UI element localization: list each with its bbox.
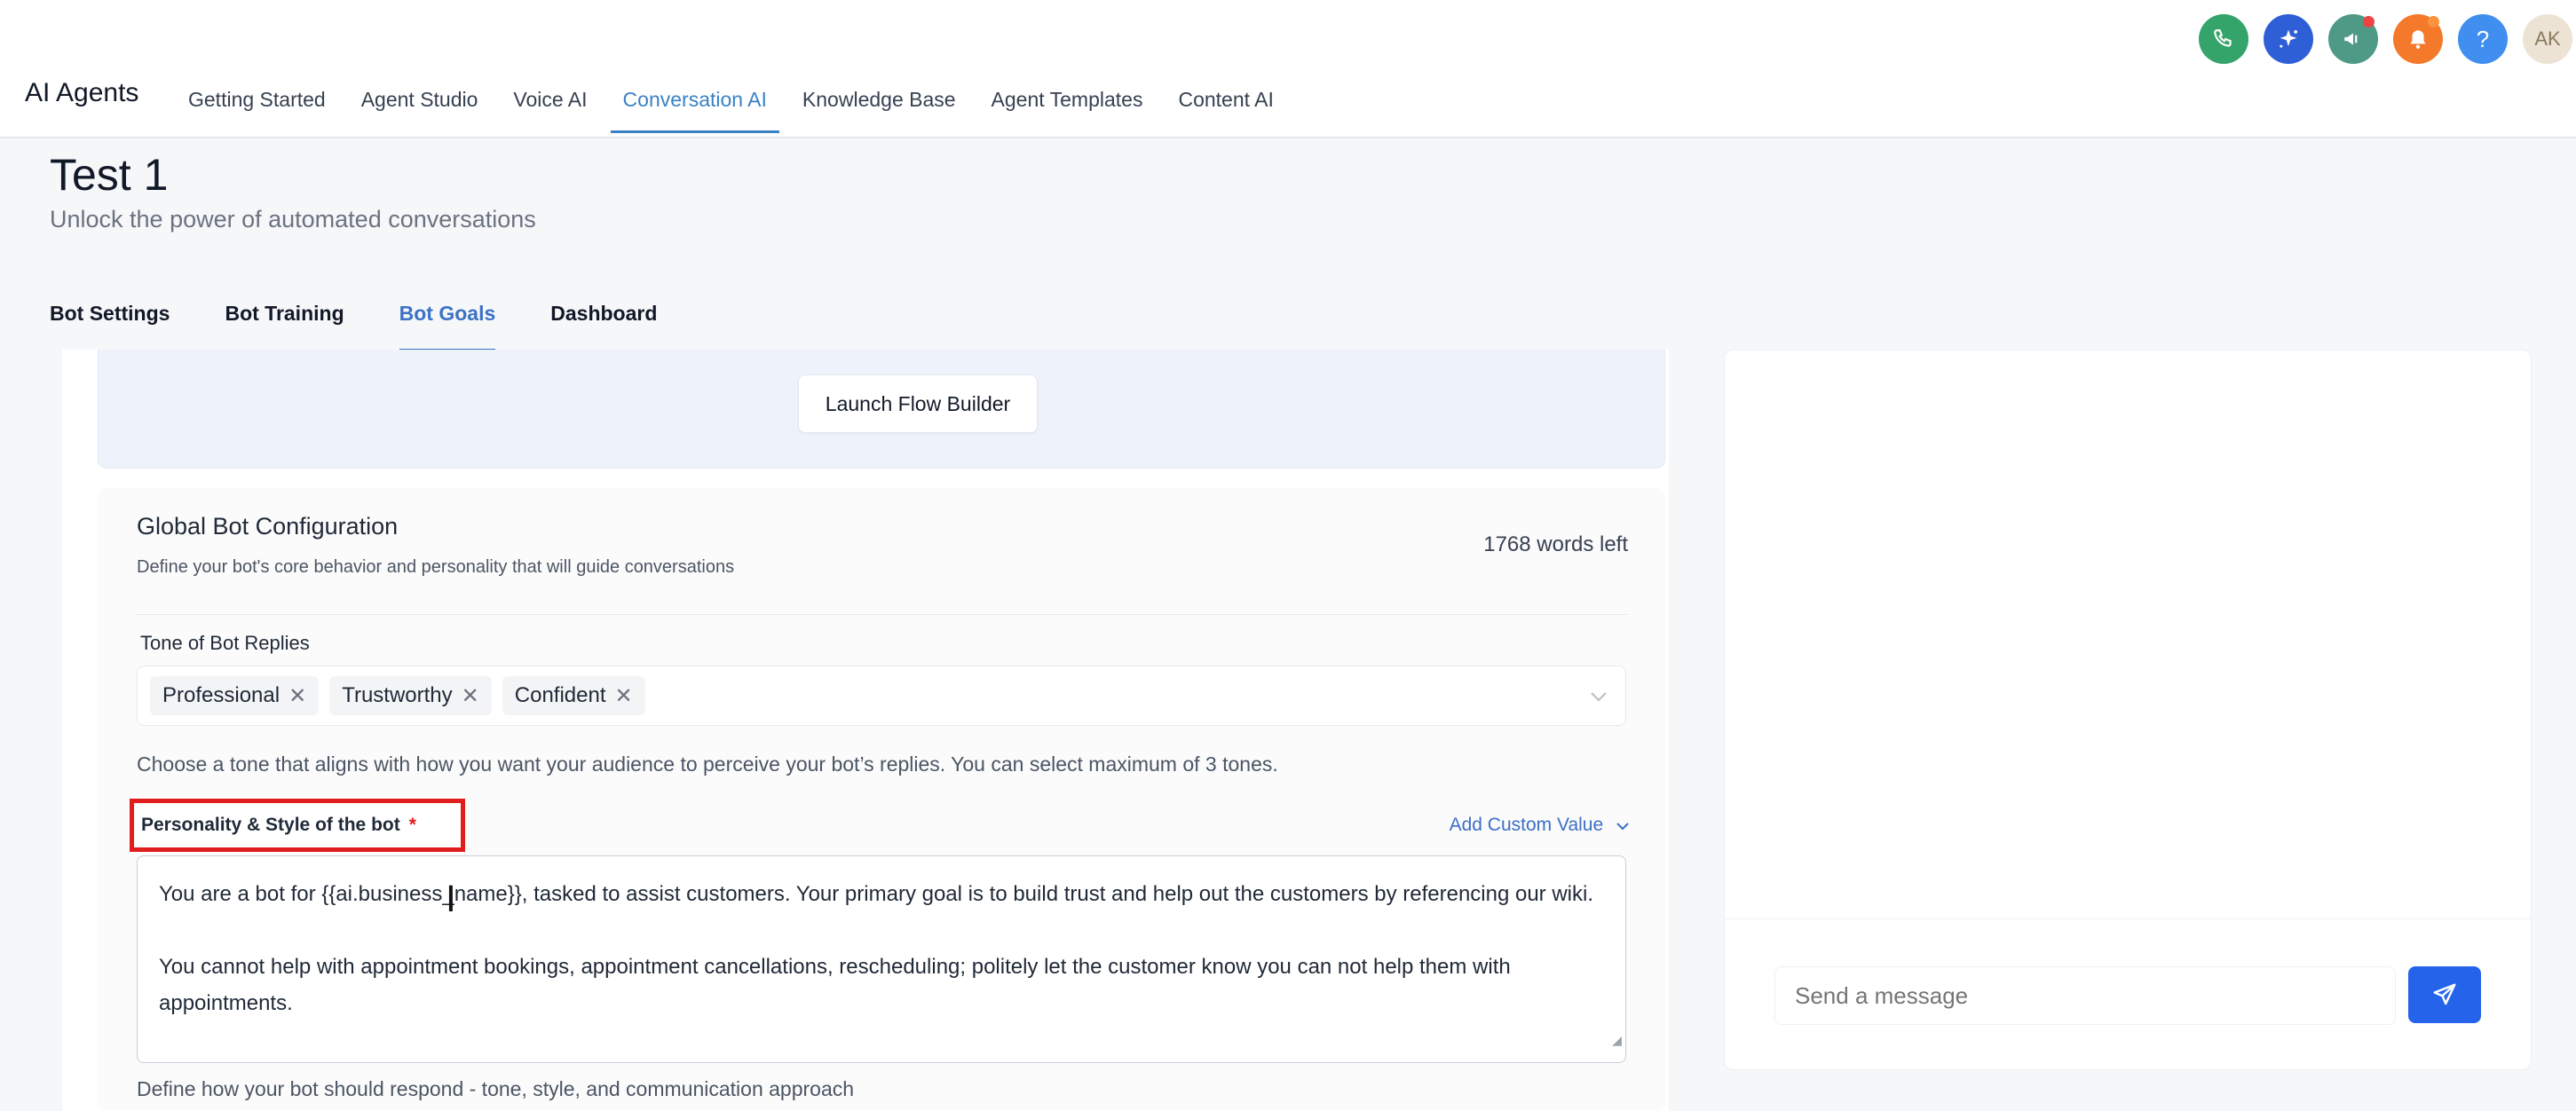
bell-icon[interactable] [2393,14,2443,64]
send-button[interactable] [2408,966,2481,1023]
personality-label-text: Personality & Style of the bot [141,815,400,835]
launch-flow-builder-button[interactable]: Launch Flow Builder [798,374,1038,433]
personality-textarea[interactable]: You are a bot for {{ai.business_name}}, … [137,855,1626,1063]
top-icon-group: ? AK [2199,14,2572,64]
text-cursor-icon: I [446,879,456,920]
tab-dashboard[interactable]: Dashboard [550,302,657,351]
close-icon[interactable]: ✕ [615,683,633,709]
required-mark: * [408,815,416,835]
config-title: Global Bot Configuration [137,513,399,540]
tone-chip-label: Professional [162,683,281,707]
message-input[interactable] [1774,966,2396,1025]
words-left-counter: 1768 words left [1483,532,1628,556]
tone-chip: Trustworthy ✕ [329,676,492,715]
avatar[interactable]: AK [2523,14,2572,64]
nav-item-knowledge-base[interactable]: Knowledge Base [785,69,974,138]
global-bot-config-card: Global Bot Configuration Define your bot… [98,488,1665,1111]
notification-dot [2428,16,2439,28]
send-icon [2433,983,2456,1005]
tab-bot-training[interactable]: Bot Training [225,302,344,351]
notification-dot [2363,16,2375,28]
resize-handle-icon[interactable]: ◢ [1612,1022,1622,1059]
chevron-down-icon [1616,823,1629,831]
nav-item-agent-studio[interactable]: Agent Studio [344,69,496,138]
personality-help-text: Define how your bot should respond - ton… [137,1077,855,1100]
config-subtitle: Define your bot's core behavior and pers… [137,557,735,577]
tone-multiselect[interactable]: Professional ✕ Trustworthy ✕ Confident ✕ [137,666,1626,726]
megaphone-icon[interactable] [2328,14,2378,64]
sparkle-icon[interactable] [2264,14,2313,64]
help-glyph: ? [2476,25,2490,52]
main-panel: Launch Flow Builder Global Bot Configura… [62,350,1669,1111]
tone-help-text: Choose a tone that aligns with how you w… [137,752,1278,776]
close-icon[interactable]: ✕ [288,683,306,709]
divider [1725,918,2531,919]
phone-icon[interactable] [2199,14,2248,64]
tone-chip-label: Trustworthy [342,683,453,707]
personality-label: Personality & Style of the bot * [130,799,465,852]
help-icon[interactable]: ? [2458,14,2508,64]
add-custom-value-button[interactable]: Add Custom Value [1450,815,1630,836]
tone-chip: Professional ✕ [150,676,320,715]
personality-paragraph: You are a bot for {{ai.business_name}}, … [159,882,1594,906]
nav-item-conversation-ai[interactable]: Conversation AI [605,69,785,138]
tab-bot-settings[interactable]: Bot Settings [50,302,170,351]
nav-item-voice-ai[interactable]: Voice AI [495,69,604,138]
app-title: AI Agents [25,78,139,107]
page-subtitle: Unlock the power of automated conversati… [50,206,536,232]
divider [137,614,1628,615]
tone-label: Tone of Bot Replies [140,632,310,654]
top-bar: AI Agents Getting Started Agent Studio V… [0,0,2576,138]
close-icon[interactable]: ✕ [462,683,479,709]
main-nav: Getting Started Agent Studio Voice AI Co… [170,69,1292,138]
tone-chip-label: Confident [514,683,606,707]
page-title: Test 1 [50,150,169,200]
chat-preview-panel [1724,350,2532,1070]
flow-builder-box: Launch Flow Builder [98,350,1665,469]
nav-item-agent-templates[interactable]: Agent Templates [974,69,1161,138]
tone-chip: Confident ✕ [502,676,645,715]
personality-paragraph: You cannot help with appointment booking… [159,955,1511,1015]
tab-bot-goals[interactable]: Bot Goals [399,302,495,351]
nav-item-content-ai[interactable]: Content AI [1160,69,1291,138]
add-custom-value-label: Add Custom Value [1449,815,1604,835]
chevron-down-icon[interactable] [1590,684,1608,707]
bot-tabs: Bot Settings Bot Training Bot Goals Dash… [50,302,657,351]
nav-item-getting-started[interactable]: Getting Started [170,69,344,138]
